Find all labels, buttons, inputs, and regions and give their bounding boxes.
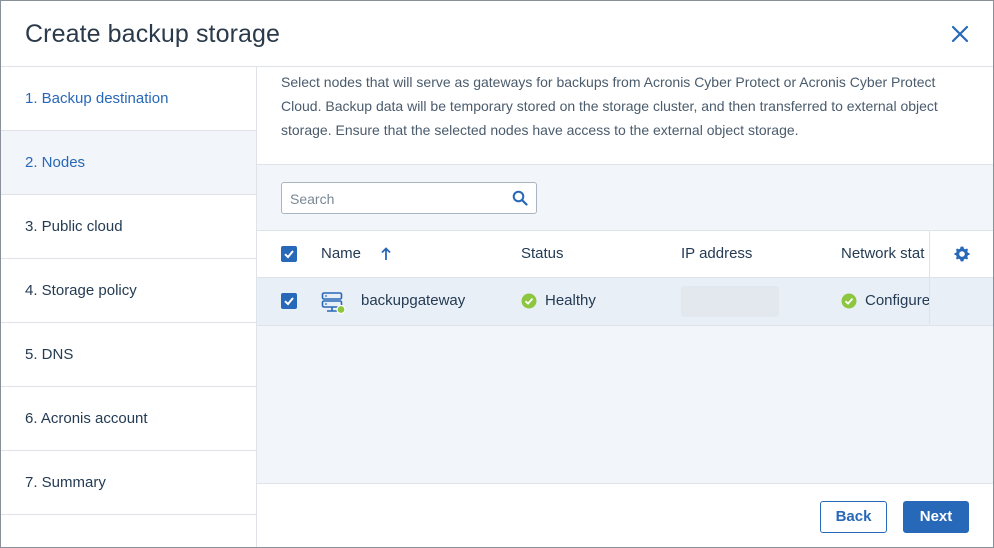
table-header: Name Status IP address Network stat [257,230,993,278]
step-label: 4. Storage policy [25,282,137,299]
column-header-name[interactable]: Name [321,231,361,277]
dialog-title: Create backup storage [25,20,281,48]
wizard-steps: 1. Backup destination 2. Nodes 3. Public… [1,67,257,547]
search-input[interactable] [282,183,512,215]
create-backup-storage-dialog: Create backup storage 1. Backup destinat… [0,0,994,548]
step-acronis-account[interactable]: 6. Acronis account [1,387,256,451]
dialog-footer: Back Next [257,483,993,547]
step-storage-policy[interactable]: 4. Storage policy [1,259,256,323]
gear-icon[interactable] [953,245,971,263]
server-node-icon [321,291,347,315]
next-button[interactable]: Next [903,501,969,533]
column-header-network[interactable]: Network stat [841,231,929,277]
back-button[interactable]: Back [820,501,887,533]
step-label: 6. Acronis account [25,410,148,427]
close-icon[interactable] [947,21,973,47]
node-name: backupgateway [361,292,466,309]
node-status: Healthy [545,292,596,309]
step-public-cloud[interactable]: 3. Public cloud [1,195,256,259]
column-header-ip[interactable]: IP address [681,231,752,277]
step-label: 3. Public cloud [25,218,123,235]
arrow-up-icon[interactable] [380,246,392,262]
select-all-checkbox[interactable] [281,246,297,262]
ip-address-redacted [681,286,779,317]
column-header-status[interactable]: Status [521,231,564,277]
column-name-label: Name [321,245,362,262]
search-box[interactable] [281,182,537,215]
step-nodes[interactable]: 2. Nodes [1,131,256,195]
step-label: 1. Backup destination [25,90,169,107]
step-backup-destination[interactable]: 1. Backup destination [1,67,256,131]
dialog-header: Create backup storage [1,1,993,67]
nodes-panel: Select nodes that will serve as gateways… [257,67,993,547]
step-label: 2. Nodes [25,154,86,171]
search-icon[interactable] [512,190,528,206]
table-row[interactable]: backupgateway Healthy Configure [257,278,993,326]
nodes-description: Select nodes that will serve as gateways… [257,67,993,165]
step-label: 7. Summary [25,474,106,491]
step-label: 5. DNS [25,346,74,363]
column-settings [929,231,993,277]
row-checkbox[interactable] [281,293,297,309]
node-network-status: Configure [865,292,929,309]
row-settings-cell [929,278,993,324]
healthy-check-icon [521,293,537,309]
network-check-icon [841,293,857,309]
step-dns[interactable]: 5. DNS [1,323,256,387]
step-summary[interactable]: 7. Summary [1,451,256,515]
